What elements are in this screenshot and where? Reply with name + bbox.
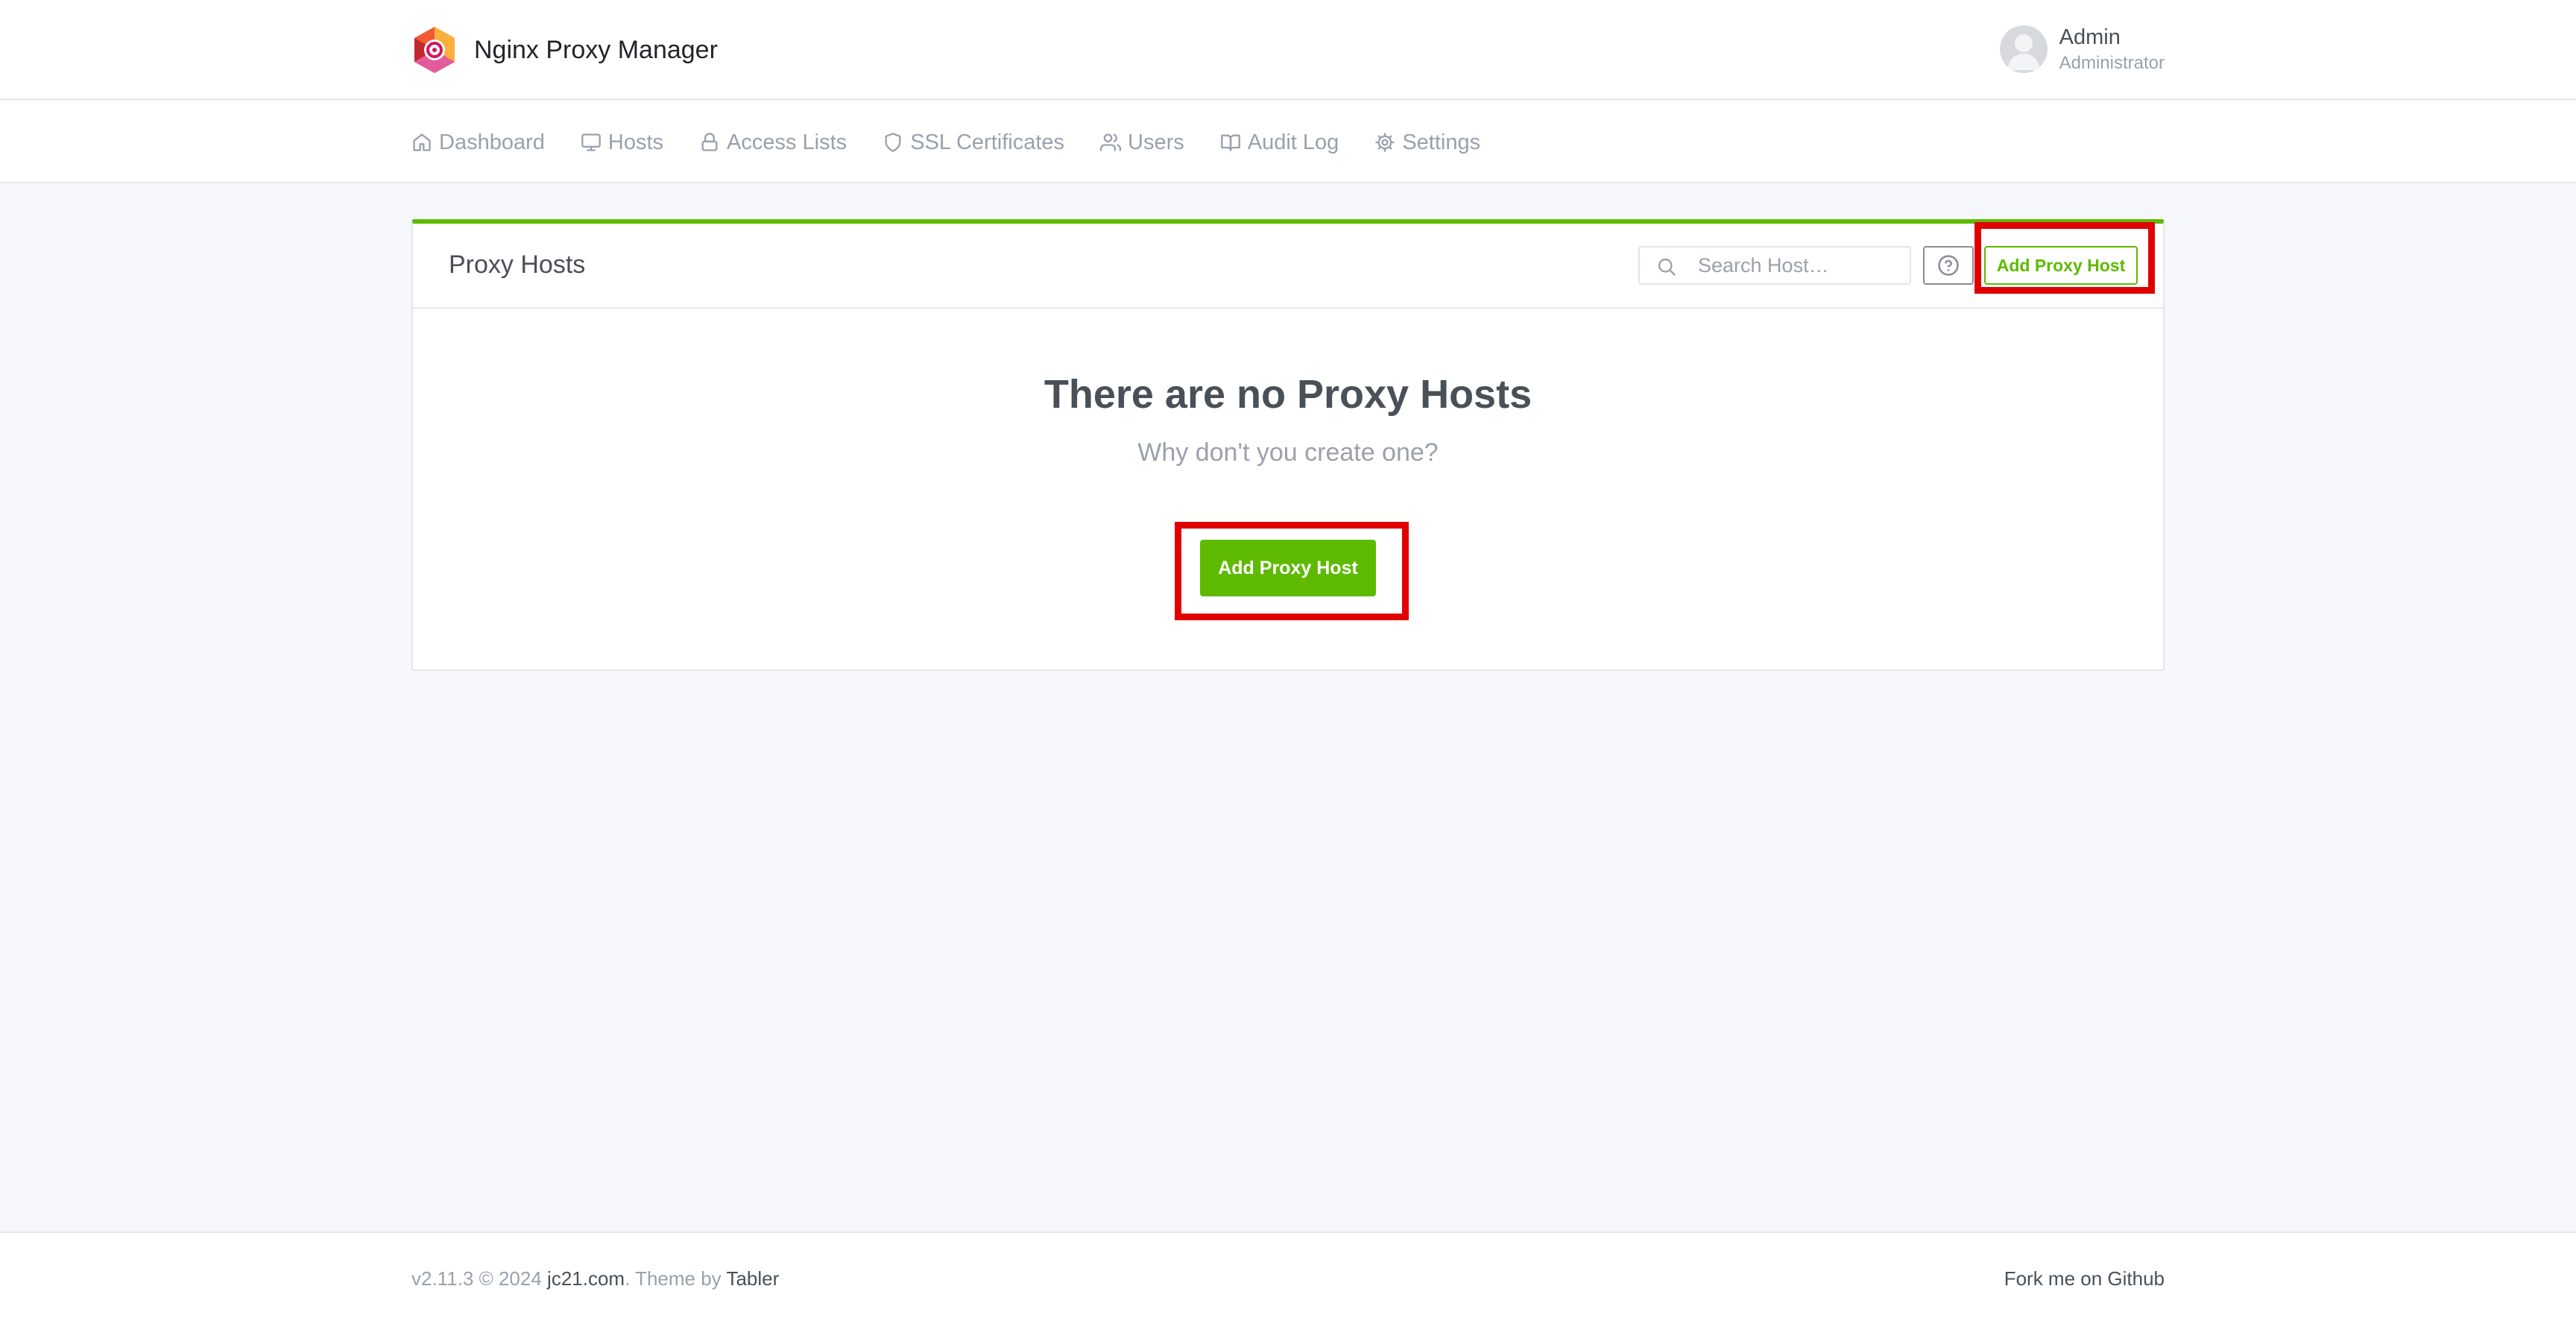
card-title: Proxy Hosts	[449, 250, 586, 279]
card-header: Proxy Hosts Add Proxy Host	[413, 224, 2163, 309]
book-icon	[1220, 134, 1240, 151]
search-icon	[1658, 258, 1676, 276]
footer: v2.11.3 © 2024 jc21.com. Theme by Tabler…	[0, 1232, 2576, 1324]
nav-item-access-lists[interactable]: Access Lists	[699, 130, 847, 155]
nav-item-label: Dashboard	[439, 130, 545, 154]
theme-text: . Theme by	[625, 1267, 722, 1290]
brand-name: Nginx Proxy Manager	[474, 35, 718, 64]
nginx-proxy-manager-logo	[414, 27, 455, 73]
lock-icon	[701, 133, 718, 151]
nav-item-audit-log[interactable]: Audit Log	[1220, 130, 1339, 155]
user-role: Administrator	[2059, 52, 2165, 73]
empty-state-subtitle: Why don't you create one?	[1137, 438, 1439, 467]
nav-item-label: Settings	[1402, 130, 1481, 154]
nav-item-ssl-certificates[interactable]: SSL Certificates	[883, 130, 1064, 155]
nav-item-users[interactable]: Users	[1100, 130, 1184, 155]
github-link[interactable]: Fork me on Github	[2004, 1267, 2165, 1290]
version-text: v2.11.3 © 2024	[411, 1267, 542, 1290]
gear-icon	[1375, 133, 1395, 152]
help-button[interactable]	[1923, 246, 1974, 285]
footer-credits: v2.11.3 © 2024 jc21.com. Theme by Tabler	[411, 1267, 779, 1290]
shield-icon	[885, 133, 901, 152]
nav-item-dashboard[interactable]: Dashboard	[411, 130, 545, 155]
user-meta: Admin Administrator	[2059, 25, 2165, 74]
users-icon	[1100, 133, 1122, 151]
author-link[interactable]: jc21.com	[547, 1267, 625, 1290]
nav-item-settings[interactable]: Settings	[1374, 130, 1480, 155]
nav-item-label: Users	[1128, 130, 1184, 154]
app: Nginx Proxy Manager Admin Administrator …	[0, 0, 2576, 1324]
monitor-icon	[581, 133, 601, 151]
empty-state-title: There are no Proxy Hosts	[1044, 372, 1532, 417]
user-silhouette-icon	[2007, 34, 2040, 70]
empty-state: There are no Proxy Hosts Why don't you c…	[413, 309, 2163, 671]
nav-item-hosts[interactable]: Hosts	[581, 130, 663, 155]
home-icon	[413, 133, 431, 151]
nav-items: Dashboard Hosts Access Lists SSL Certifi…	[411, 101, 1480, 183]
nav-item-label: SSL Certificates	[910, 130, 1065, 154]
user-menu[interactable]: Admin Administrator	[1999, 22, 2165, 76]
nav-item-label: Audit Log	[1247, 130, 1339, 154]
top-header: Nginx Proxy Manager Admin Administrator	[0, 0, 2576, 100]
add-proxy-host-button[interactable]: Add Proxy Host	[1984, 246, 2138, 285]
brand-link[interactable]: Nginx Proxy Manager	[411, 25, 718, 75]
main-nav: Dashboard Hosts Access Lists SSL Certifi…	[0, 101, 2576, 183]
theme-link[interactable]: Tabler	[726, 1267, 779, 1290]
nav-item-label: Access Lists	[727, 130, 847, 154]
proxy-hosts-card: Proxy Hosts Add Proxy Host There are no …	[411, 219, 2165, 671]
help-circle-icon	[1938, 255, 1959, 276]
user-name: Admin	[2059, 25, 2121, 49]
create-proxy-host-button[interactable]: Add Proxy Host	[1200, 540, 1376, 596]
avatar	[1999, 25, 2048, 73]
nav-item-label: Hosts	[607, 130, 664, 154]
search-box	[1638, 246, 1911, 285]
search-input[interactable]	[1640, 248, 1910, 283]
